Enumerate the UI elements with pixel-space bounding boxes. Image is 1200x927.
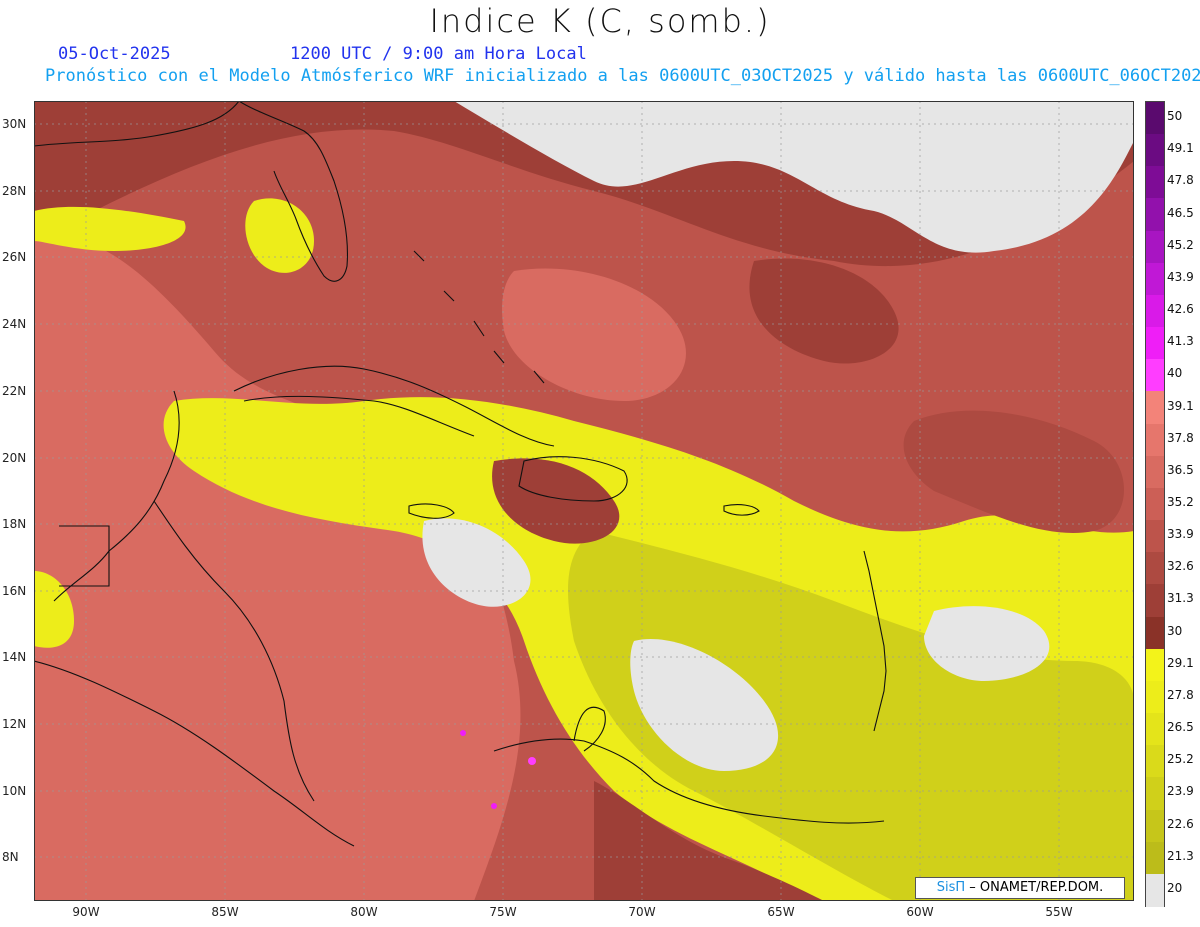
colorbar-swatch bbox=[1146, 230, 1164, 264]
colorbar-label: 40 bbox=[1167, 366, 1183, 381]
valid-date: 05-Oct-2025 bbox=[58, 44, 171, 64]
lat-label-12n: 12N bbox=[2, 717, 27, 731]
credit-box: SisΠ – ONAMET/REP.DOM. bbox=[915, 877, 1125, 899]
lat-label-24n: 24N bbox=[2, 317, 27, 331]
lat-label-20n: 20N bbox=[2, 451, 27, 465]
colorbar-label: 20 bbox=[1167, 880, 1183, 895]
colorbar-swatch bbox=[1146, 455, 1164, 489]
colorbar-swatch bbox=[1146, 777, 1164, 811]
colorbar-label: 27.8 bbox=[1167, 687, 1194, 702]
lon-label-85w: 85W bbox=[211, 905, 239, 919]
colorbar-label: 43.9 bbox=[1167, 269, 1194, 284]
colorbar-label: 42.6 bbox=[1167, 302, 1194, 317]
colorbar-swatch bbox=[1146, 680, 1164, 714]
colorbar-swatch bbox=[1146, 487, 1164, 521]
model-run-info: Pronóstico con el Modelo Atmósferico WRF… bbox=[45, 66, 1200, 86]
colorbar-label: 45.2 bbox=[1167, 237, 1194, 252]
colorbar-swatch bbox=[1146, 102, 1164, 135]
lat-label-18n: 18N bbox=[2, 517, 27, 531]
colorbar-label: 39.1 bbox=[1167, 398, 1194, 413]
colorbar-label: 49.1 bbox=[1167, 141, 1194, 156]
colorbar-label: 46.5 bbox=[1167, 205, 1194, 220]
lon-label-55w: 55W bbox=[1045, 905, 1073, 919]
sispi-logo: SisΠ bbox=[936, 880, 966, 895]
colorbar-label: 32.6 bbox=[1167, 559, 1194, 574]
credit-text: – ONAMET/REP.DOM. bbox=[965, 880, 1104, 895]
colorbar-swatch bbox=[1146, 359, 1164, 393]
colorbar-swatch bbox=[1146, 809, 1164, 843]
lat-label-22n: 22N bbox=[2, 384, 27, 398]
colorbar-label: 33.9 bbox=[1167, 527, 1194, 542]
lat-label-28n: 28N bbox=[2, 184, 27, 198]
colorbar-label: 29.1 bbox=[1167, 655, 1194, 670]
colorbar bbox=[1145, 101, 1165, 907]
colorbar-swatch bbox=[1146, 134, 1164, 168]
lat-label-30n: 30N bbox=[2, 117, 27, 131]
colorbar-swatch bbox=[1146, 198, 1164, 232]
lat-label-10n: 10N bbox=[2, 784, 27, 798]
colorbar-swatch bbox=[1146, 391, 1164, 425]
colorbar-label: 36.5 bbox=[1167, 462, 1194, 477]
colorbar-swatch bbox=[1146, 327, 1164, 361]
lon-label-70w: 70W bbox=[628, 905, 656, 919]
map-title: Indice K (C, somb.) bbox=[429, 2, 771, 40]
colorbar-swatch bbox=[1146, 166, 1164, 200]
colorbar-swatch bbox=[1146, 552, 1164, 586]
colorbar-swatch bbox=[1146, 648, 1164, 682]
colorbar-swatch bbox=[1146, 262, 1164, 296]
colorbar-label: 31.3 bbox=[1167, 591, 1194, 606]
colorbar-label: 25.2 bbox=[1167, 752, 1194, 767]
lon-label-90w: 90W bbox=[72, 905, 100, 919]
lat-label-8n: 8N bbox=[2, 850, 19, 864]
colorbar-label: 30 bbox=[1167, 623, 1183, 638]
colorbar-swatch bbox=[1146, 294, 1164, 328]
colorbar-swatch bbox=[1146, 841, 1164, 875]
colorbar-label: 21.3 bbox=[1167, 848, 1194, 863]
lat-label-26n: 26N bbox=[2, 250, 27, 264]
colorbar-label: 22.6 bbox=[1167, 816, 1194, 831]
lat-label-14n: 14N bbox=[2, 650, 27, 664]
colorbar-swatch bbox=[1146, 745, 1164, 779]
lat-label-16n: 16N bbox=[2, 584, 27, 598]
lon-label-75w: 75W bbox=[489, 905, 517, 919]
colorbar-label: 41.3 bbox=[1167, 334, 1194, 349]
k-index-map bbox=[34, 101, 1134, 901]
lon-label-80w: 80W bbox=[350, 905, 378, 919]
colorbar-label: 47.8 bbox=[1167, 173, 1194, 188]
colorbar-swatch bbox=[1146, 616, 1164, 650]
colorbar-swatch bbox=[1146, 423, 1164, 457]
lon-label-65w: 65W bbox=[767, 905, 795, 919]
colorbar-label: 50 bbox=[1167, 109, 1183, 124]
colorbar-label: 37.8 bbox=[1167, 430, 1194, 445]
colorbar-swatch bbox=[1146, 584, 1164, 618]
valid-time: 1200 UTC / 9:00 am Hora Local bbox=[290, 44, 587, 64]
colorbar-swatch bbox=[1146, 520, 1164, 554]
colorbar-swatch bbox=[1146, 713, 1164, 747]
colorbar-label: 35.2 bbox=[1167, 495, 1194, 509]
colorbar-swatch bbox=[1146, 873, 1164, 907]
colorbar-label: 23.9 bbox=[1167, 784, 1194, 799]
lon-label-60w: 60W bbox=[906, 905, 934, 919]
colorbar-label: 26.5 bbox=[1167, 720, 1194, 735]
